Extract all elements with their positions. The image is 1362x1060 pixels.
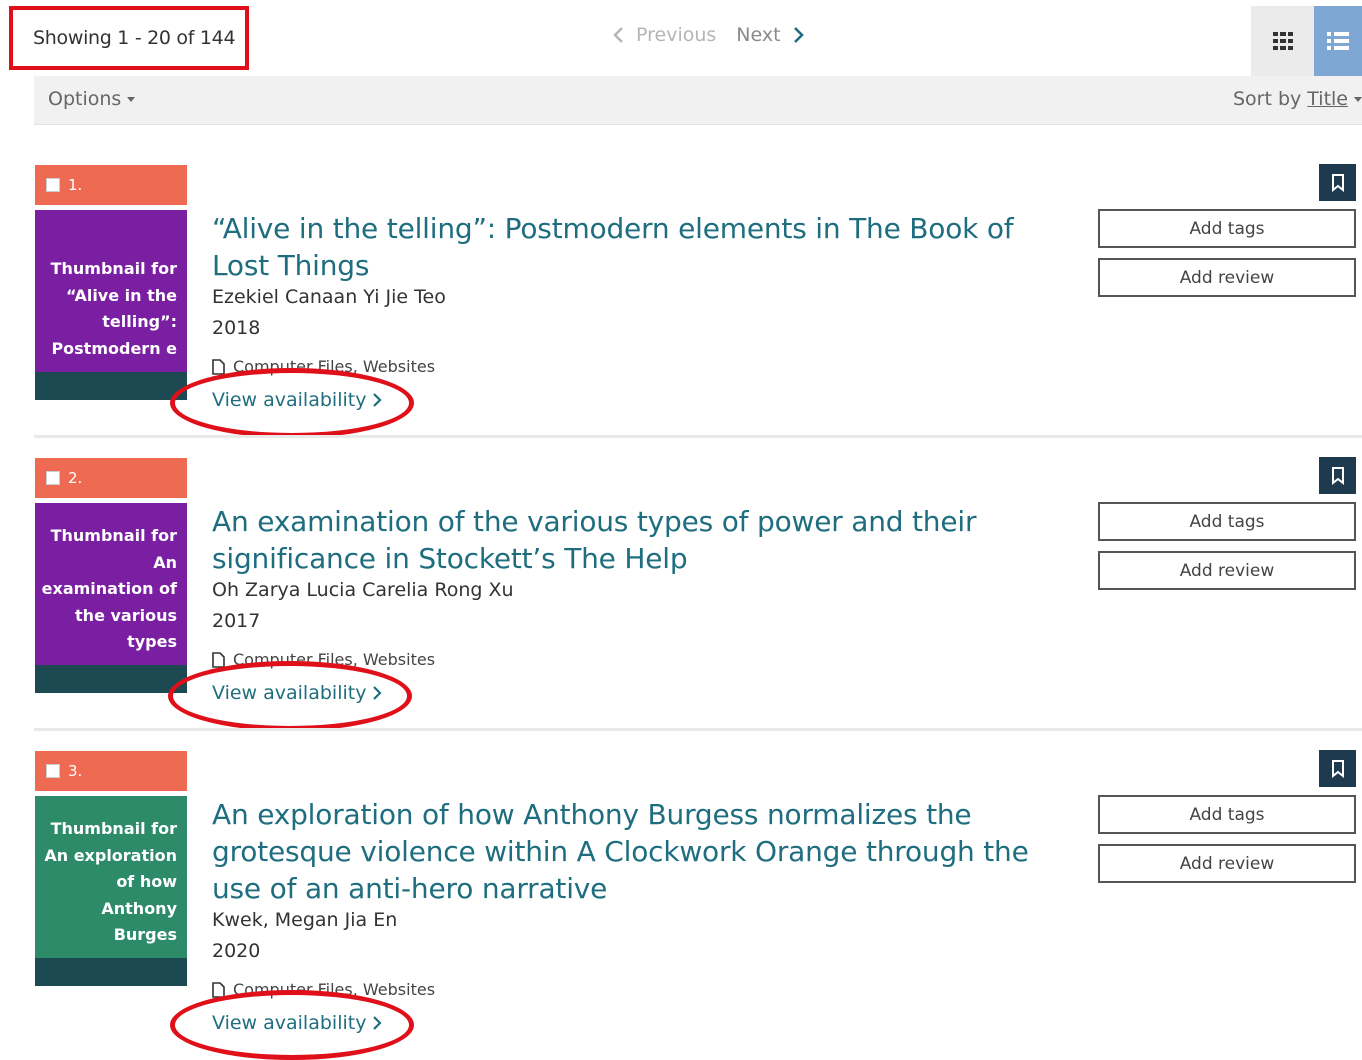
bookmark-button[interactable]: [1319, 457, 1356, 494]
sort-value: Title: [1307, 88, 1348, 110]
record-author: Oh Zarya Lucia Carelia Rong Xu: [212, 579, 514, 601]
previous-label: Previous: [636, 24, 717, 46]
record-year: 2017: [212, 610, 261, 632]
chevron-right-icon: [373, 686, 383, 700]
thumbnail-footer: [35, 958, 187, 986]
add-tags-button[interactable]: Add tags: [1098, 502, 1356, 541]
view-availability-label: View availability: [212, 389, 367, 411]
record-thumbnail[interactable]: Thumbnail for An examination of the vari…: [35, 503, 187, 693]
results-toolbar: Showing 1 - 20 of 144 Previous Next: [0, 0, 1362, 76]
record-number: 2.: [68, 469, 83, 487]
record-format-text: Computer Files, Websites: [233, 650, 436, 669]
add-review-button[interactable]: Add review: [1098, 551, 1356, 590]
record-format-text: Computer Files, Websites: [233, 980, 436, 999]
record-year: 2020: [212, 940, 261, 962]
chevron-right-icon: [373, 1016, 383, 1030]
thumbnail-text: Thumbnail for An examination of the vari…: [41, 526, 177, 651]
view-availability-label: View availability: [212, 682, 367, 704]
options-bar: Options Sort by Title: [34, 76, 1362, 125]
thumbnail-text: Thumbnail for An exploration of how Anth…: [44, 819, 177, 944]
record-author: Kwek, Megan Jia En: [212, 909, 398, 931]
view-availability-link[interactable]: View availability: [212, 682, 383, 704]
record-number: 3.: [68, 762, 83, 780]
bookmark-icon: [1331, 759, 1344, 778]
record-author: Ezekiel Canaan Yi Jie Teo: [212, 286, 446, 308]
options-label: Options: [48, 88, 122, 110]
sort-prefix: Sort by: [1232, 88, 1302, 110]
record-format: Computer Files, Websites: [212, 980, 435, 999]
bookmark-button[interactable]: [1319, 164, 1356, 201]
view-availability-link[interactable]: View availability: [212, 389, 383, 411]
add-review-button[interactable]: Add review: [1098, 844, 1356, 883]
results-count-highlight: Showing 1 - 20 of 144: [9, 6, 249, 70]
pagination: Previous Next: [612, 24, 805, 46]
select-checkbox[interactable]: [46, 178, 60, 192]
record-title-link[interactable]: An exploration of how Anthony Burgess no…: [212, 796, 1052, 907]
record-format: Computer Files, Websites: [212, 357, 435, 376]
caret-down-icon: [127, 96, 136, 102]
view-availability-link[interactable]: View availability: [212, 1012, 383, 1034]
result-record: 1. Thumbnail for “Alive in the telling”:…: [34, 164, 1362, 438]
record-number-tab: 2.: [35, 458, 187, 498]
record-format-text: Computer Files, Websites: [233, 357, 436, 376]
list-view-button[interactable]: [1314, 6, 1362, 76]
options-dropdown[interactable]: Options: [48, 88, 136, 110]
record-number: 1.: [68, 176, 83, 194]
add-review-button[interactable]: Add review: [1098, 258, 1356, 297]
record-title-link[interactable]: “Alive in the telling”: Postmodern eleme…: [212, 210, 1052, 284]
add-tags-button[interactable]: Add tags: [1098, 209, 1356, 248]
previous-link[interactable]: Previous: [612, 24, 716, 46]
thumbnail-footer: [35, 665, 187, 693]
file-icon: [212, 358, 225, 375]
list-view-icon: [1327, 32, 1349, 50]
result-record: 3. Thumbnail for An exploration of how A…: [34, 750, 1362, 1060]
record-divider: [34, 435, 1362, 438]
next-label: Next: [736, 24, 781, 46]
thumbnail-text: Thumbnail for “Alive in the telling”: Po…: [50, 259, 177, 358]
results-count: Showing 1 - 20 of 144: [33, 27, 236, 49]
record-thumbnail[interactable]: Thumbnail for An exploration of how Anth…: [35, 796, 187, 986]
record-title-link[interactable]: An examination of the various types of p…: [212, 503, 1052, 577]
bookmark-icon: [1331, 173, 1344, 192]
chevron-right-icon: [373, 393, 383, 407]
file-icon: [212, 651, 225, 668]
bookmark-icon: [1331, 466, 1344, 485]
bookmark-button[interactable]: [1319, 750, 1356, 787]
grid-view-icon: [1272, 32, 1293, 50]
next-link[interactable]: Next: [736, 24, 804, 46]
chevron-left-icon: [613, 27, 623, 43]
view-availability-label: View availability: [212, 1012, 367, 1034]
record-number-tab: 1.: [35, 165, 187, 205]
file-icon: [212, 981, 225, 998]
record-format: Computer Files, Websites: [212, 650, 435, 669]
sort-dropdown[interactable]: Sort by Title: [1233, 88, 1362, 110]
record-thumbnail[interactable]: Thumbnail for “Alive in the telling”: Po…: [35, 210, 187, 400]
grid-view-button[interactable]: [1251, 6, 1314, 76]
chevron-right-icon: [793, 27, 804, 43]
select-checkbox[interactable]: [46, 764, 60, 778]
select-checkbox[interactable]: [46, 471, 60, 485]
caret-down-icon: [1354, 96, 1362, 102]
record-divider: [34, 728, 1362, 731]
add-tags-button[interactable]: Add tags: [1098, 795, 1356, 834]
record-number-tab: 3.: [35, 751, 187, 791]
record-year: 2018: [212, 317, 261, 339]
thumbnail-footer: [35, 372, 187, 400]
result-record: 2. Thumbnail for An examination of the v…: [34, 457, 1362, 731]
